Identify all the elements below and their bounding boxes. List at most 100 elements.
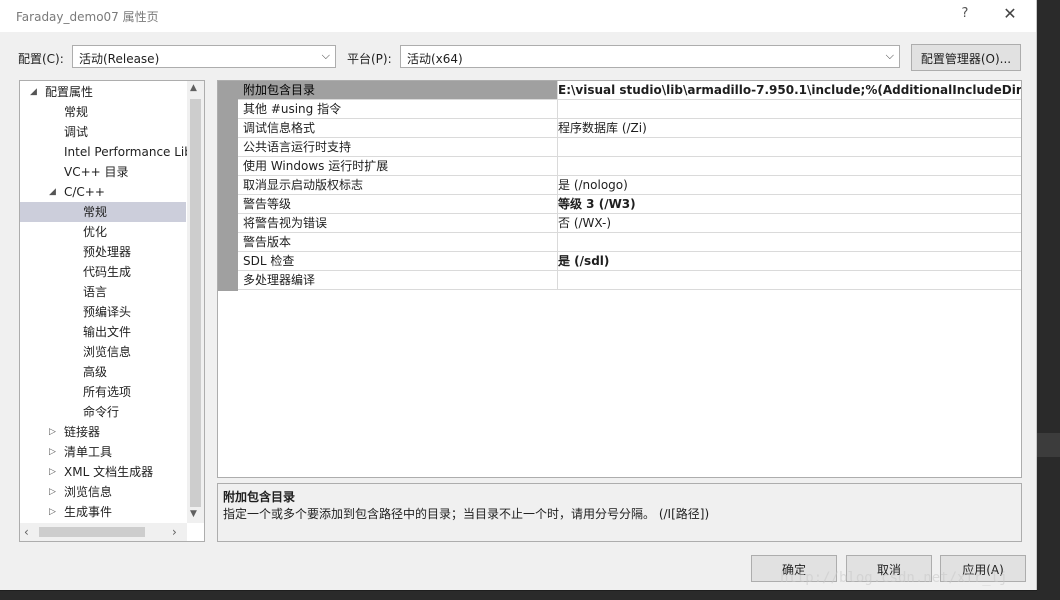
property-value[interactable]: [554, 271, 1021, 289]
property-row[interactable]: 多处理器编译: [238, 271, 1021, 290]
property-name: SDL 检查: [238, 252, 558, 270]
property-value[interactable]: 是 (/nologo): [554, 176, 1021, 194]
description-title: 附加包含目录: [223, 490, 296, 504]
close-icon[interactable]: ✕: [999, 4, 1021, 23]
property-row[interactable]: 附加包含目录 E:\visual studio\lib\armadillo-7.9…: [238, 81, 1021, 100]
help-icon[interactable]: ?: [958, 6, 972, 21]
scroll-up-icon[interactable]: ▲: [190, 83, 197, 93]
tree-item-label: XML 文档生成器: [64, 465, 154, 479]
collapsed-triangle-icon[interactable]: ▷: [49, 462, 56, 482]
property-value[interactable]: [554, 100, 1021, 118]
property-value[interactable]: [554, 157, 1021, 175]
scroll-down-icon[interactable]: ▼: [190, 509, 197, 519]
property-value[interactable]: 程序数据库 (/Zi): [554, 119, 1021, 137]
scroll-thumb[interactable]: [190, 99, 201, 507]
property-name: 将警告视为错误: [238, 214, 558, 232]
collapsed-triangle-icon[interactable]: ▷: [49, 502, 56, 522]
tree-item[interactable]: 输出文件: [20, 322, 186, 342]
property-name: 多处理器编译: [238, 271, 558, 289]
category-tree[interactable]: ◢ 配置属性 常规 调试 Intel Performance Lib VC++ 目录 ◢ C/…: [19, 80, 205, 542]
tree-item-label: 清单工具: [64, 445, 113, 459]
tree-item[interactable]: 预编译头: [20, 302, 186, 322]
tree-item-label: 常规: [64, 105, 89, 119]
tree-item[interactable]: VC++ 目录: [20, 162, 186, 182]
tree-item-label: 常规: [83, 205, 108, 219]
tree-item[interactable]: ◢ 配置属性: [20, 82, 186, 102]
tree-item[interactable]: 常规: [20, 102, 186, 122]
scroll-left-icon[interactable]: ‹: [24, 525, 29, 539]
tree-item-label: 高级: [83, 365, 108, 379]
property-row[interactable]: 公共语言运行时支持: [238, 138, 1021, 157]
platform-label: 平台(P):: [347, 52, 392, 66]
tree-item-label: VC++ 目录: [64, 165, 129, 179]
tree-item[interactable]: ▷ XML 文档生成器: [20, 462, 186, 482]
collapsed-triangle-icon[interactable]: ▷: [49, 422, 56, 442]
collapsed-triangle-icon[interactable]: ▷: [49, 442, 56, 462]
property-pages-dialog: Faraday_demo07 属性页 ? ✕ 配置(C): 活动(Release…: [0, 0, 1037, 590]
property-row[interactable]: 警告等级 等级 3 (/W3): [238, 195, 1021, 214]
tree-item[interactable]: 所有选项: [20, 382, 186, 402]
background-strip: [1037, 0, 1060, 600]
tree-item[interactable]: 语言: [20, 282, 186, 302]
tree-item[interactable]: 调试: [20, 122, 186, 142]
description-panel: 附加包含目录 指定一个或多个要添加到包含路径中的目录；当目录不止一个时，请用分号…: [217, 483, 1022, 542]
property-row[interactable]: 使用 Windows 运行时扩展: [238, 157, 1021, 176]
property-value[interactable]: 是 (/sdl): [554, 252, 1021, 270]
tree-item-label: 优化: [83, 225, 108, 239]
tree-item-label: 链接器: [64, 425, 101, 439]
tree-item[interactable]: 常规: [20, 202, 186, 222]
collapsed-triangle-icon[interactable]: ▷: [49, 482, 56, 502]
tree-item[interactable]: ▷ 链接器: [20, 422, 186, 442]
platform-select[interactable]: 活动(x64) ⌵: [400, 45, 900, 68]
tree-item[interactable]: 预处理器: [20, 242, 186, 262]
property-row[interactable]: 取消显示启动版权标志是 (/nologo): [238, 176, 1021, 195]
tree-item-label: 命令行: [83, 405, 120, 419]
property-value[interactable]: 等级 3 (/W3): [554, 195, 1021, 213]
property-row[interactable]: SDL 检查是 (/sdl): [238, 252, 1021, 271]
property-name: 附加包含目录: [238, 81, 558, 99]
tree-item[interactable]: ▷ 浏览信息: [20, 482, 186, 502]
tree-item-label: C/C++: [64, 185, 105, 199]
tree-item[interactable]: ▷ 生成事件: [20, 502, 186, 522]
scroll-right-icon[interactable]: ›: [172, 525, 177, 539]
config-label: 配置(C):: [18, 52, 64, 66]
property-name: 警告版本: [238, 233, 558, 251]
tree-item[interactable]: ▷ 清单工具: [20, 442, 186, 462]
tree-item[interactable]: 代码生成: [20, 262, 186, 282]
property-name: 使用 Windows 运行时扩展: [238, 157, 558, 175]
tree-horizontal-scrollbar[interactable]: ‹ ›: [20, 523, 187, 541]
tree-item[interactable]: 浏览信息: [20, 342, 186, 362]
expanded-triangle-icon[interactable]: ◢: [49, 182, 56, 202]
property-value[interactable]: 否 (/WX-): [554, 214, 1021, 232]
property-row[interactable]: 将警告视为错误否 (/WX-): [238, 214, 1021, 233]
property-value[interactable]: E:\visual studio\lib\armadillo-7.950.1\i…: [554, 81, 1021, 99]
tree-vertical-scrollbar[interactable]: ▲ ▼: [187, 81, 204, 523]
property-name: 其他 #using 指令: [238, 100, 558, 118]
tree-item-label: 语言: [83, 285, 108, 299]
property-name: 取消显示启动版权标志: [238, 176, 558, 194]
config-manager-button-label: 配置管理器(O)...: [920, 52, 1012, 66]
tree-item-label: 预处理器: [83, 245, 132, 259]
property-name: 调试信息格式: [238, 119, 558, 137]
expanded-triangle-icon[interactable]: ◢: [30, 82, 37, 102]
tree-item[interactable]: ◢ C/C++: [20, 182, 186, 202]
property-row[interactable]: 调试信息格式 程序数据库 (/Zi): [238, 119, 1021, 138]
property-row[interactable]: 警告版本: [238, 233, 1021, 252]
scroll-thumb[interactable]: [39, 527, 145, 537]
property-value[interactable]: [554, 138, 1021, 156]
background-strip: [0, 591, 1060, 600]
tree-item-label: 浏览信息: [83, 345, 132, 359]
grid-gutter: [218, 81, 238, 291]
tree-item-label: 代码生成: [83, 265, 132, 279]
tree-item-label: 调试: [64, 125, 89, 139]
tree-item[interactable]: 高级: [20, 362, 186, 382]
config-manager-button[interactable]: 配置管理器(O)...: [911, 44, 1021, 71]
property-row[interactable]: 其他 #using 指令: [238, 100, 1021, 119]
property-value[interactable]: [554, 233, 1021, 251]
tree-item[interactable]: 优化: [20, 222, 186, 242]
tree-item[interactable]: 命令行: [20, 402, 186, 422]
tree-item[interactable]: Intel Performance Lib: [20, 142, 192, 162]
config-select[interactable]: 活动(Release) ⌵: [72, 45, 336, 68]
tree-item-label: 配置属性: [45, 85, 94, 99]
tree-item-label: 所有选项: [83, 385, 132, 399]
